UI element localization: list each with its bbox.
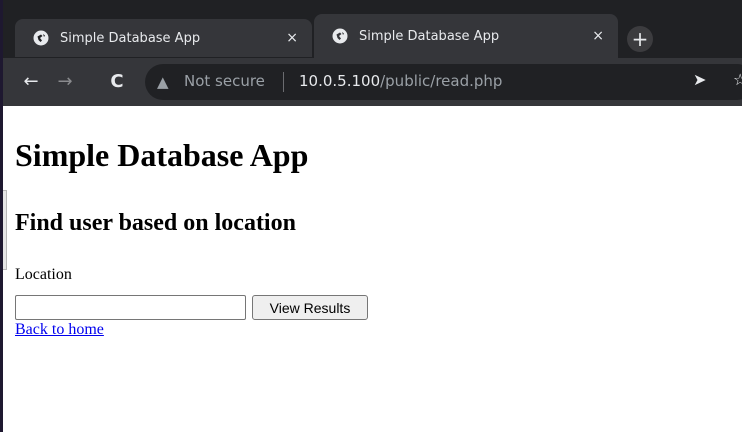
forward-arrow-icon[interactable]: → <box>53 70 77 94</box>
globe-icon <box>332 28 348 44</box>
page-content: Simple Database App Find user based on l… <box>3 106 742 432</box>
share-icon[interactable]: ➤ <box>693 70 706 89</box>
separator <box>283 72 284 92</box>
bookmark-star-icon[interactable]: ☆ <box>733 70 742 89</box>
new-tab-button[interactable]: + <box>627 26 653 52</box>
tab-2-active[interactable]: Simple Database App × <box>314 14 618 58</box>
back-to-home-link[interactable]: Back to home <box>15 321 104 339</box>
view-results-button[interactable]: View Results <box>252 295 368 320</box>
url-path: /public/read.php <box>380 72 503 90</box>
close-tab-icon[interactable]: × <box>286 30 298 46</box>
location-input[interactable] <box>15 295 246 320</box>
address-bar[interactable]: ▲ Not secure 10.0.5.100/public/read.php <box>145 64 742 100</box>
close-tab-icon[interactable]: × <box>592 28 604 44</box>
tab-title: Simple Database App <box>359 28 500 44</box>
url-host: 10.0.5.100 <box>299 72 381 90</box>
page-title: Simple Database App <box>15 137 309 173</box>
url-text[interactable]: 10.0.5.100/public/read.php <box>299 72 502 90</box>
browser-toolbar: ← → C ▲ Not secure 10.0.5.100/public/rea… <box>3 58 742 106</box>
section-heading: Find user based on location <box>15 210 296 236</box>
globe-icon <box>33 30 49 46</box>
back-arrow-icon[interactable]: ← <box>19 70 43 94</box>
location-label: Location <box>15 266 72 283</box>
security-status[interactable]: Not secure <box>184 72 265 90</box>
tab-strip: Simple Database App × Simple Database Ap… <box>3 0 742 58</box>
tab-title: Simple Database App <box>60 30 201 46</box>
browser-window: Simple Database App × Simple Database Ap… <box>3 0 742 432</box>
reload-icon[interactable]: C <box>105 70 129 94</box>
warning-triangle-icon[interactable]: ▲ <box>157 73 169 91</box>
tab-1[interactable]: Simple Database App × <box>15 19 312 57</box>
side-panel-handle[interactable] <box>3 190 7 270</box>
